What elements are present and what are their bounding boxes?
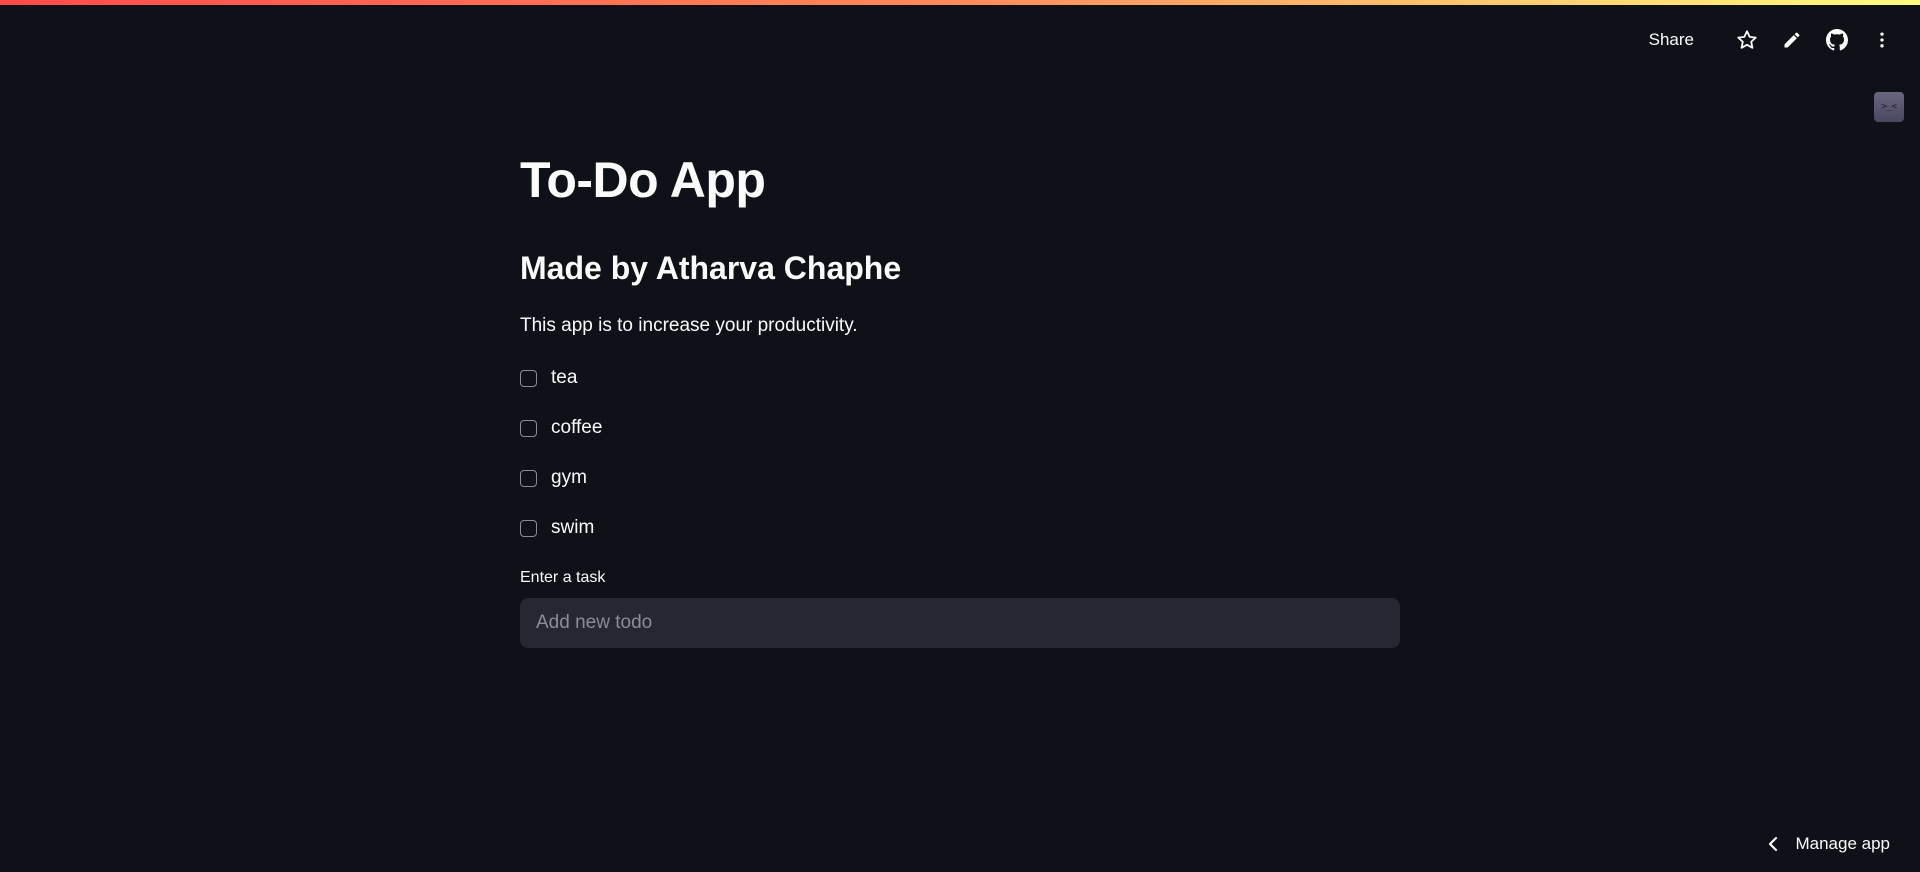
todo-list: tea coffee gym swim (520, 364, 602, 564)
todo-checkbox[interactable] (520, 369, 537, 387)
todo-item[interactable]: coffee (520, 414, 602, 442)
task-input[interactable] (520, 598, 1400, 648)
github-icon[interactable] (1823, 26, 1851, 54)
pencil-icon[interactable] (1778, 26, 1806, 54)
star-icon[interactable] (1733, 26, 1761, 54)
page-title: To-Do App (520, 152, 766, 208)
top-decoration-bar (0, 0, 1920, 5)
page-subtitle: Made by Atharva Chaphe (520, 250, 902, 286)
todo-checkbox[interactable] (520, 519, 537, 537)
running-status-icon: >_< (1874, 92, 1904, 122)
app-toolbar: Share (1641, 26, 1896, 54)
todo-item[interactable]: swim (520, 514, 602, 542)
task-input-label: Enter a task (520, 569, 606, 586)
todo-item[interactable]: gym (520, 464, 602, 492)
todo-item[interactable]: tea (520, 364, 602, 392)
chevron-left-icon (1767, 836, 1779, 852)
more-vert-icon[interactable] (1868, 26, 1896, 54)
todo-checkbox[interactable] (520, 469, 537, 487)
share-button[interactable]: Share (1641, 26, 1702, 54)
todo-label: swim (551, 517, 595, 538)
app-description: This app is to increase your productivit… (520, 315, 858, 336)
status-glyph: >_< (1881, 102, 1897, 112)
todo-label: tea (551, 367, 578, 388)
todo-label: gym (551, 467, 587, 488)
todo-label: coffee (551, 417, 603, 438)
todo-checkbox[interactable] (520, 419, 537, 437)
manage-app-label: Manage app (1795, 834, 1890, 853)
manage-app-button[interactable]: Manage app (1767, 832, 1890, 856)
